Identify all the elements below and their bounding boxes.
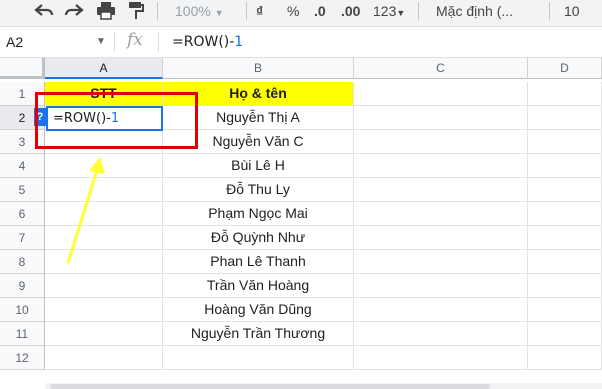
percent-format-button[interactable]: %	[287, 0, 299, 22]
cell-empty[interactable]	[528, 154, 602, 178]
cell-empty[interactable]	[45, 346, 163, 370]
currency-format-button[interactable]: ₫	[256, 0, 263, 22]
paint-format-icon[interactable]	[128, 2, 144, 24]
row-header-4[interactable]: 4	[0, 154, 45, 178]
row-header-11[interactable]: 11	[0, 322, 45, 346]
cell-a9[interactable]	[45, 274, 163, 298]
cell-reference: A2	[6, 34, 24, 50]
column-header-b[interactable]: B	[163, 58, 354, 79]
formula-text: =ROW()-	[172, 34, 235, 50]
cell-name[interactable]: Đỗ Quỳnh Như	[163, 226, 354, 250]
formula-number: 1	[234, 34, 244, 50]
spreadsheet-grid: A B C D 1 2 3 4 5 6 7 8 9 10 11 12 STT H…	[0, 58, 602, 389]
cell-empty[interactable]	[528, 226, 602, 250]
red-highlight-box	[35, 92, 198, 149]
zoom-select[interactable]: 100% ▼	[175, 0, 224, 22]
yellow-arrow-annotation	[66, 157, 105, 264]
cell-name[interactable]: Hoàng Văn Dũng	[163, 298, 354, 322]
formula-bar: A2 ▼ fx =ROW()-1	[0, 27, 602, 58]
cell-empty[interactable]	[528, 274, 602, 298]
select-all-corner[interactable]	[0, 58, 45, 79]
cell-name[interactable]: Phan Lê Thanh	[163, 250, 354, 274]
cell-a11[interactable]	[45, 322, 163, 346]
more-formats-label: 123	[373, 3, 397, 19]
cell-empty[interactable]	[354, 322, 528, 346]
cell-empty[interactable]	[528, 322, 602, 346]
cell-empty[interactable]	[528, 106, 602, 130]
toolbar-divider	[246, 2, 247, 20]
formula-bar-divider	[158, 32, 159, 52]
fx-icon: fx	[127, 30, 143, 50]
cell-empty[interactable]	[354, 154, 528, 178]
cell-name[interactable]: Đỗ Thu Ly	[163, 178, 354, 202]
row-header-10[interactable]: 10	[0, 298, 45, 322]
redo-icon[interactable]	[64, 2, 84, 24]
cell-name[interactable]: Trần Văn Hoàng	[163, 274, 354, 298]
zoom-value: 100%	[175, 3, 211, 19]
row-header-7[interactable]: 7	[0, 226, 45, 250]
chevron-down-icon: ▼	[96, 36, 106, 47]
more-formats-button[interactable]: 123▼	[373, 0, 405, 22]
row-header-8[interactable]: 8	[0, 250, 45, 274]
cell-empty[interactable]	[354, 226, 528, 250]
row-header-12[interactable]: 12	[0, 346, 45, 370]
increase-decimal-button[interactable]: .00	[341, 0, 360, 22]
cell-empty[interactable]	[528, 250, 602, 274]
horizontal-scrollbar-thumb[interactable]	[50, 384, 490, 389]
cell-d1[interactable]	[528, 82, 602, 106]
cell-empty[interactable]	[354, 130, 528, 154]
undo-icon[interactable]	[34, 2, 54, 24]
cell-name[interactable]: Nguyễn Trần Thương	[163, 322, 354, 346]
toolbar-divider	[418, 2, 419, 20]
cell-c1[interactable]	[354, 82, 528, 106]
cell-empty[interactable]	[528, 202, 602, 226]
formula-bar-divider	[114, 32, 115, 52]
cell-empty[interactable]	[528, 298, 602, 322]
row-header-6[interactable]: 6	[0, 202, 45, 226]
column-header-d[interactable]: D	[528, 58, 602, 79]
chevron-down-icon: ▼	[214, 8, 224, 18]
name-box[interactable]: A2 ▼	[0, 27, 112, 57]
cell-empty[interactable]	[354, 298, 528, 322]
cell-empty[interactable]	[163, 346, 354, 370]
toolbar: 100% ▼ ₫ % .0 .00 123▼ Mặc định (... 10	[0, 0, 602, 27]
chevron-down-icon: ▼	[396, 8, 406, 18]
column-header-a[interactable]: A	[45, 58, 163, 79]
cell-empty[interactable]	[354, 250, 528, 274]
row-header-9[interactable]: 9	[0, 274, 45, 298]
cell-empty[interactable]	[528, 178, 602, 202]
cell-empty[interactable]	[528, 130, 602, 154]
font-family-select[interactable]: Mặc định (...	[436, 0, 513, 22]
decrease-decimal-button[interactable]: .0	[314, 0, 326, 22]
cell-empty[interactable]	[354, 346, 528, 370]
font-size-input[interactable]: 10	[564, 0, 580, 22]
cell-a10[interactable]	[45, 298, 163, 322]
cell-name[interactable]: Phạm Ngọc Mai	[163, 202, 354, 226]
formula-input[interactable]: =ROW()-1	[172, 27, 243, 57]
row-header-5[interactable]: 5	[0, 178, 45, 202]
cell-empty[interactable]	[354, 202, 528, 226]
column-header-c[interactable]: C	[354, 58, 528, 79]
cell-empty[interactable]	[354, 178, 528, 202]
cell-name[interactable]: Bùi Lê H	[163, 154, 354, 178]
cell-empty[interactable]	[354, 274, 528, 298]
toolbar-divider	[549, 2, 550, 20]
toolbar-divider	[157, 2, 158, 20]
cell-empty[interactable]	[528, 346, 602, 370]
print-icon[interactable]	[96, 2, 116, 24]
cell-empty[interactable]	[354, 106, 528, 130]
